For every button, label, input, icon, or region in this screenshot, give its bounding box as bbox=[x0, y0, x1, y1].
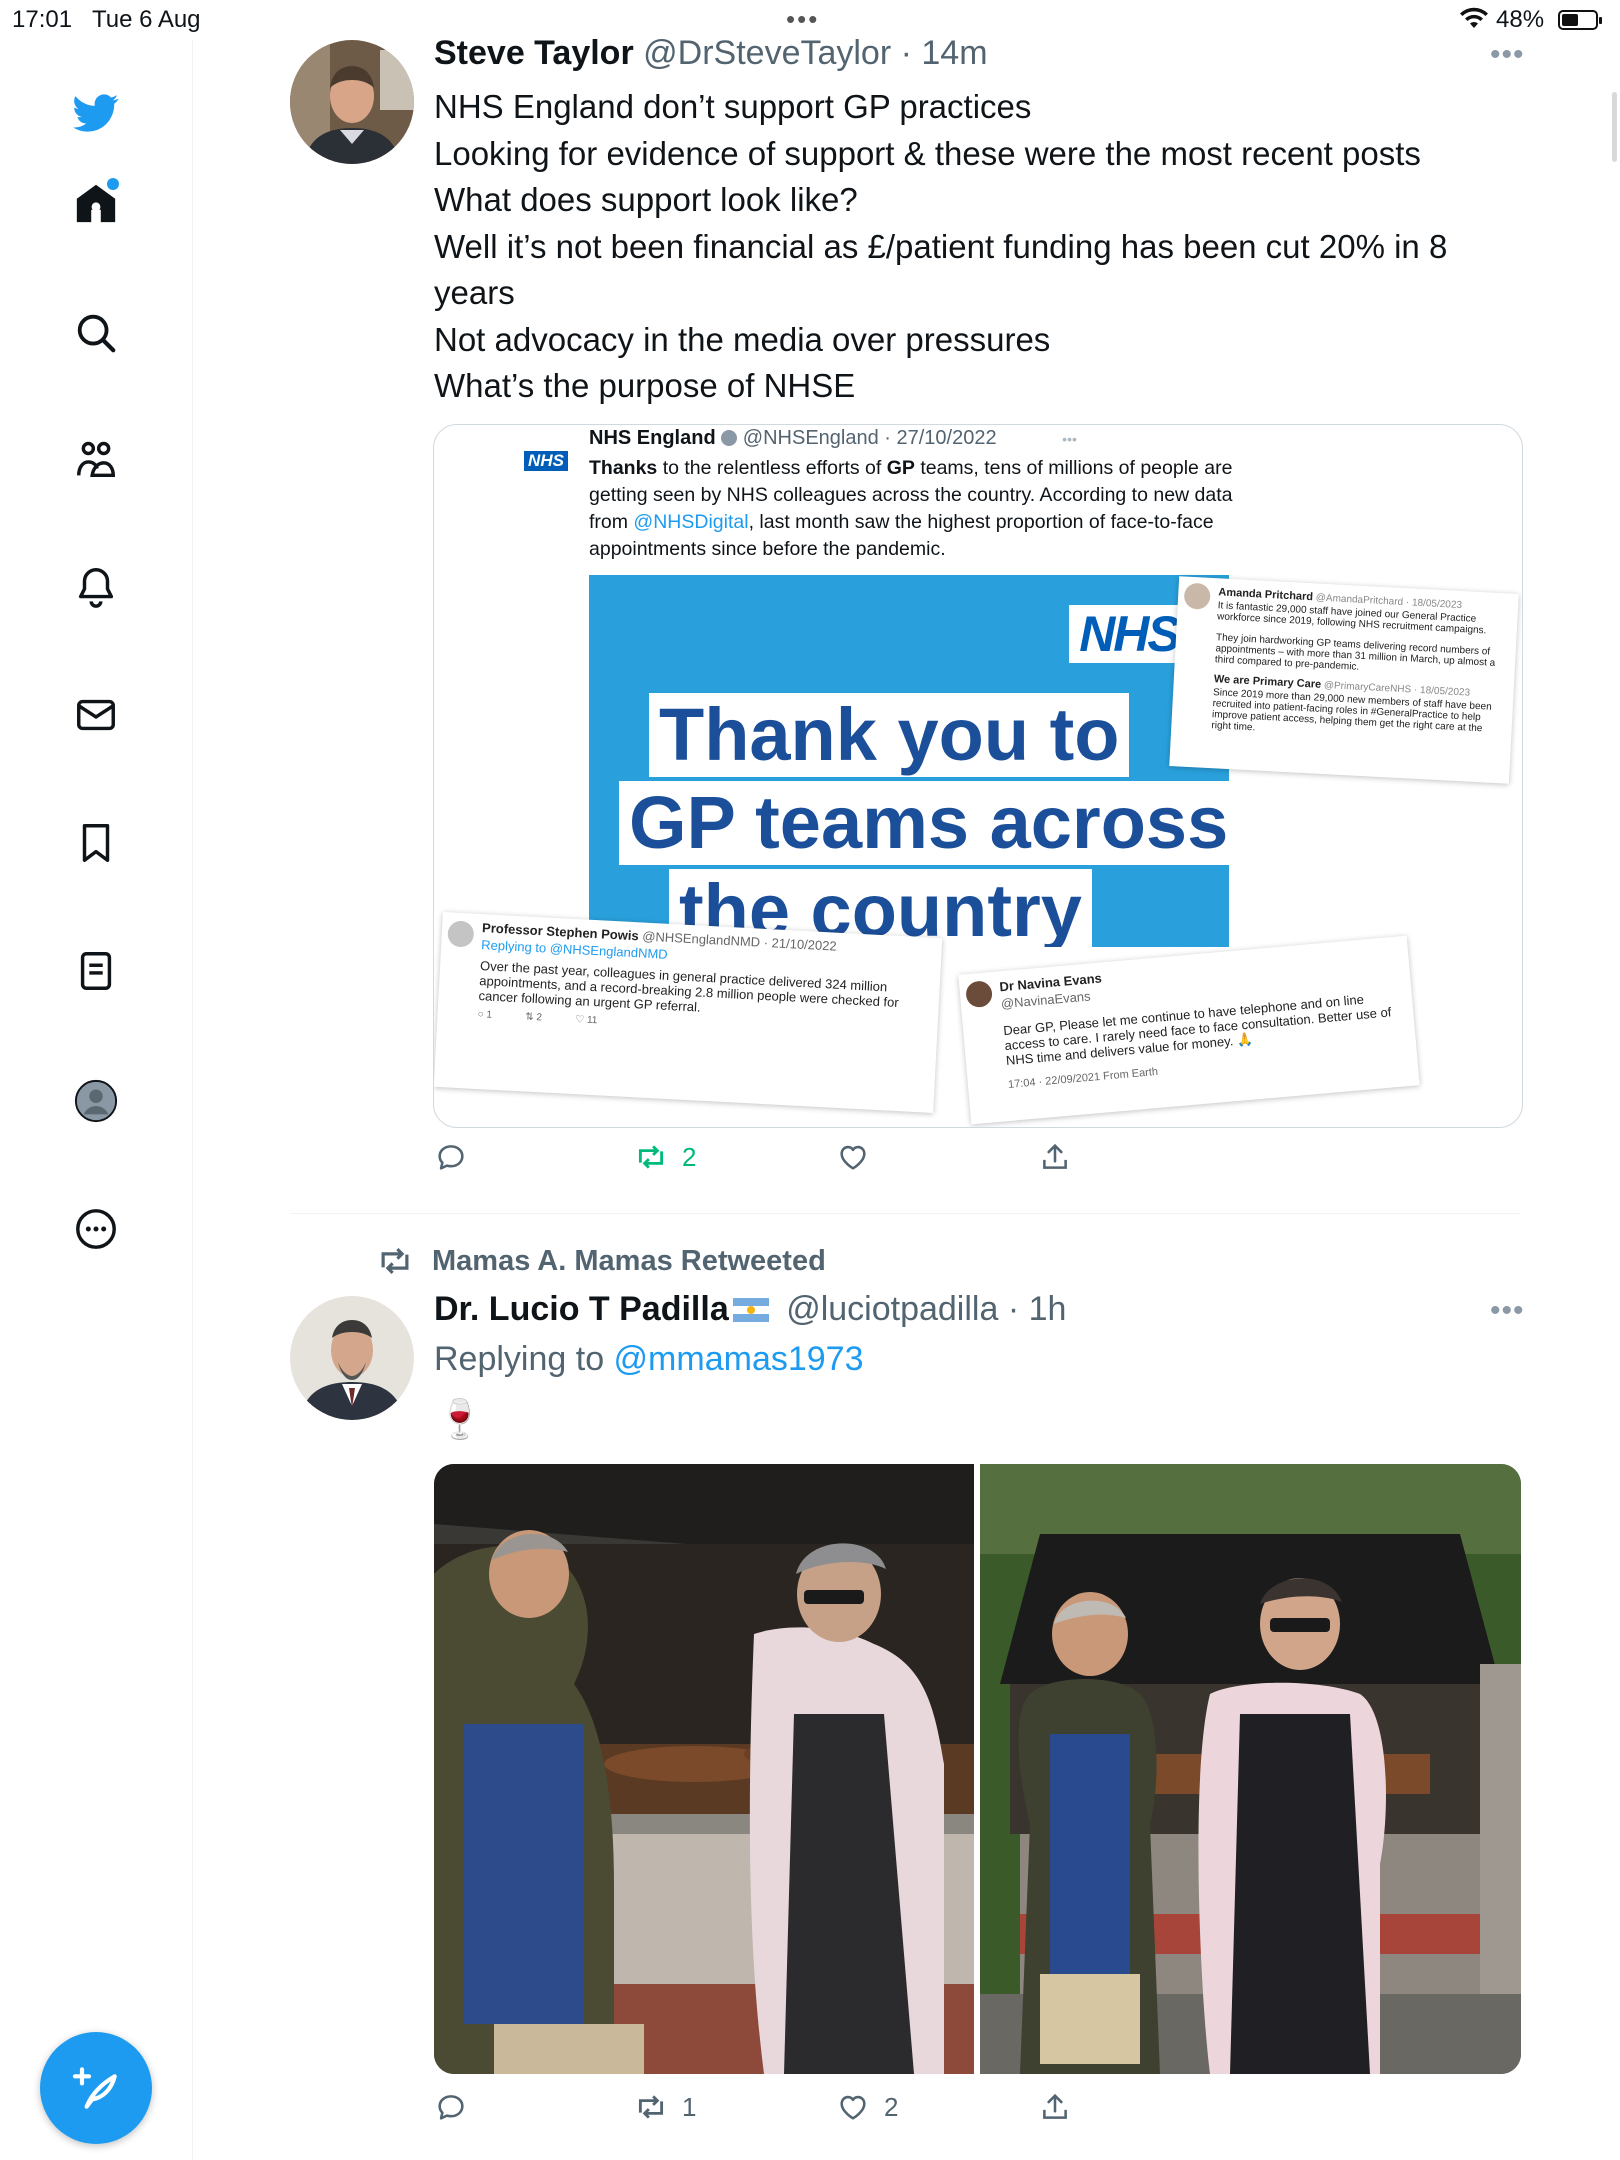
author-name[interactable]: Steve Taylor bbox=[434, 34, 634, 72]
author-name[interactable]: Dr. Lucio T Padilla bbox=[434, 1290, 729, 1328]
tweet-line: What does support look like? bbox=[434, 181, 858, 218]
share-button[interactable] bbox=[1038, 2090, 1086, 2124]
tweet-more-button[interactable]: ••• bbox=[1490, 38, 1525, 72]
wifi-icon bbox=[1459, 6, 1489, 37]
twitter-logo-icon[interactable] bbox=[71, 88, 121, 138]
author-handle-time[interactable]: @DrSteveTaylor · 14m bbox=[643, 34, 987, 72]
retweet-icon bbox=[381, 1248, 409, 1274]
communities-icon[interactable] bbox=[71, 435, 121, 485]
retweet-button[interactable]: 2 bbox=[634, 1140, 696, 1174]
status-date: Tue 6 Aug bbox=[92, 6, 201, 33]
screenshot-amanda-pritchard: Amanda Pritchard @AmandaPritchard · 18/0… bbox=[1169, 576, 1519, 784]
tweet-header: Steve Taylor @DrSteveTaylor · 14m bbox=[434, 34, 988, 73]
reply-icon bbox=[438, 1145, 464, 1170]
status-time: 17:01 bbox=[12, 6, 73, 33]
heart-icon bbox=[840, 2095, 866, 2120]
battery-percent: 48% bbox=[1496, 6, 1545, 33]
mention-link[interactable]: @mmamas1973 bbox=[614, 1340, 864, 1378]
poster-nhs-logo: NHS bbox=[1069, 605, 1189, 663]
argentina-flag-icon bbox=[732, 1298, 769, 1322]
tweet-photo[interactable] bbox=[980, 1464, 1521, 2074]
reply-button[interactable] bbox=[434, 2090, 482, 2124]
tweet-text: 🍷 bbox=[436, 1399, 484, 1441]
tweet-line: Looking for evidence of support & these … bbox=[434, 134, 1421, 172]
reply-icon bbox=[438, 2095, 464, 2120]
tweet-line: Well it’s not been financial as £/patien… bbox=[434, 227, 1448, 312]
poster-line: GP teams across bbox=[619, 781, 1229, 865]
tweet-more-button[interactable]: ••• bbox=[1490, 1294, 1525, 1328]
tweet-line: NHS England don’t support GP practices bbox=[434, 88, 1032, 125]
verified-badge-icon bbox=[721, 430, 738, 446]
replying-to: Replying to @mmamas1973 bbox=[434, 1340, 864, 1378]
reply-button[interactable] bbox=[434, 1140, 482, 1174]
multitasking-dots[interactable]: ••• bbox=[786, 4, 819, 35]
embedded-more-icon: ••• bbox=[1062, 431, 1077, 447]
avatar[interactable] bbox=[290, 40, 414, 164]
tweet-actions: 2 bbox=[434, 1140, 1434, 1184]
notification-dot bbox=[107, 178, 119, 190]
retweet-button[interactable]: 1 bbox=[634, 2090, 696, 2124]
share-button[interactable] bbox=[1038, 1140, 1086, 1174]
scrollbar-thumb[interactable] bbox=[1612, 92, 1617, 162]
poster-line: Thank you to bbox=[649, 693, 1130, 777]
nhs-logo: NHS bbox=[524, 451, 568, 471]
compose-feather-icon bbox=[72, 2067, 117, 2109]
author-handle-time[interactable]: @luciotpadilla · 1h bbox=[786, 1290, 1066, 1328]
thank-you-poster: NHS Thank you to GP teams across the cou… bbox=[589, 575, 1229, 947]
profile-avatar-icon[interactable] bbox=[71, 1076, 121, 1126]
retweet-icon bbox=[638, 1145, 664, 1169]
sidebar-nav bbox=[0, 40, 193, 2160]
messages-envelope-icon[interactable] bbox=[71, 690, 121, 740]
battery-icon bbox=[1558, 10, 1602, 30]
like-count: 2 bbox=[884, 2091, 899, 2122]
embedded-tweet-text: Thanks to the relentless efforts of GP t… bbox=[589, 457, 1233, 560]
retweet-count: 2 bbox=[682, 1141, 697, 1172]
like-button[interactable]: 2 bbox=[836, 2090, 898, 2124]
embedded-tweet-header: NHS England @NHSEngland · 27/10/2022 ••• bbox=[589, 427, 1077, 450]
bookmark-icon[interactable] bbox=[71, 818, 121, 868]
tweet-image-card[interactable]: NHS NHS England @NHSEngland · 27/10/2022… bbox=[433, 424, 1523, 1128]
compose-tweet-button[interactable] bbox=[40, 2032, 152, 2144]
retweet-icon bbox=[638, 2095, 664, 2119]
home-icon[interactable] bbox=[71, 178, 121, 228]
heart-icon bbox=[840, 1145, 866, 1170]
tweet-photo[interactable] bbox=[434, 1464, 974, 2074]
embedded-author-name: NHS England bbox=[589, 427, 716, 449]
like-button[interactable] bbox=[836, 1140, 884, 1174]
search-icon[interactable] bbox=[71, 308, 121, 358]
tweet-header: Dr. Lucio T Padilla @luciotpadilla · 1h bbox=[434, 1290, 1066, 1329]
tweet-actions: 1 2 bbox=[434, 2090, 1434, 2134]
embedded-author-handle: @NHSEngland · 27/10/2022 bbox=[742, 427, 997, 449]
retweet-count: 1 bbox=[682, 2091, 697, 2122]
notifications-bell-icon[interactable] bbox=[71, 562, 121, 612]
avatar[interactable] bbox=[290, 1296, 414, 1420]
tweet-text: NHS England don’t support GP practices L… bbox=[434, 84, 1534, 410]
share-icon bbox=[1043, 2093, 1067, 2119]
tweet-line: Not advocacy in the media over pressures bbox=[434, 320, 1051, 358]
tweet-line: What’s the purpose of NHSE bbox=[434, 367, 856, 404]
screenshot-stephen-powis: Professor Stephen Powis @NHSEnglandNMD ·… bbox=[434, 912, 943, 1113]
more-options-icon[interactable] bbox=[71, 1204, 121, 1254]
retweeted-by[interactable]: Mamas A. Mamas Retweeted bbox=[376, 1242, 826, 1280]
tweet-divider bbox=[290, 1213, 1521, 1214]
screenshot-navina-evans: Dr Navina Evans @NavinaEvans Dear GP, Pl… bbox=[958, 935, 1420, 1125]
lists-icon[interactable] bbox=[71, 946, 121, 996]
share-icon bbox=[1043, 1143, 1067, 1169]
